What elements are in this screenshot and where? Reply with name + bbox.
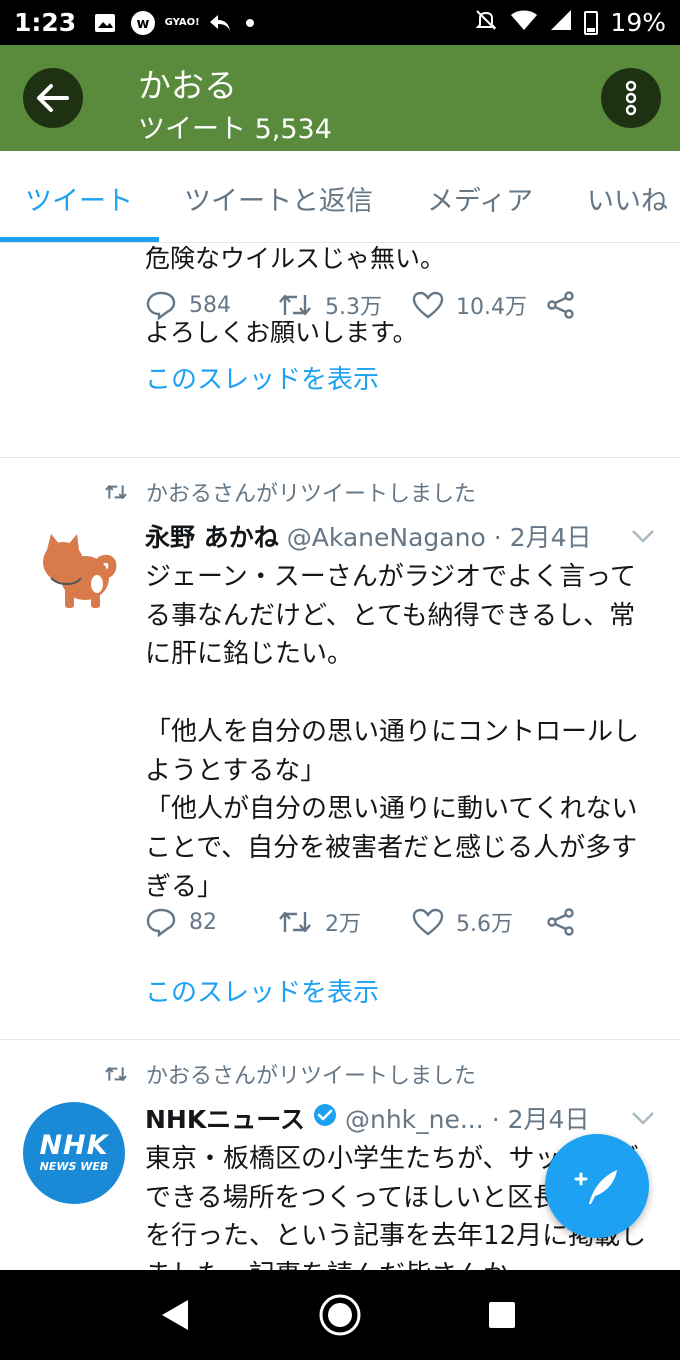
status-bar: 1:23 w GYAO! 19% bbox=[0, 0, 680, 45]
reply-icon bbox=[146, 908, 176, 937]
profile-header: かおる ツイート 5,534 bbox=[0, 45, 680, 151]
heart-icon bbox=[412, 908, 444, 936]
retweet-icon bbox=[279, 294, 311, 316]
home-circle-icon bbox=[319, 1294, 361, 1336]
triangle-back-icon bbox=[162, 1300, 188, 1330]
nav-home-button[interactable] bbox=[317, 1292, 363, 1338]
nhk-logo-subtext: NEWS WEB bbox=[39, 1160, 109, 1173]
app-notification-icon: w bbox=[130, 10, 156, 36]
share-icon bbox=[547, 908, 574, 936]
tweet-author-row: NHKニュース @nhk_ne... · 2月4日 bbox=[145, 1100, 589, 1136]
nhk-logo-text: NHK bbox=[39, 1130, 109, 1161]
author-name[interactable]: 永野 あかね bbox=[145, 518, 279, 554]
mute-icon bbox=[474, 8, 498, 38]
author-handle[interactable]: @AkaneNagano bbox=[287, 523, 486, 552]
compose-quill-icon bbox=[574, 1170, 617, 1204]
svg-text:w: w bbox=[137, 16, 150, 32]
reply-button[interactable]: 584 bbox=[145, 285, 231, 325]
gallery-icon bbox=[94, 13, 116, 33]
reply-icon bbox=[146, 291, 176, 320]
system-nav-bar bbox=[0, 1270, 680, 1360]
retweet-button[interactable]: 5.3万 bbox=[277, 285, 382, 325]
tweet-menu-button[interactable] bbox=[630, 528, 656, 548]
arrow-left-icon bbox=[37, 84, 69, 112]
tab-likes[interactable]: いいね bbox=[587, 179, 668, 218]
avatar[interactable] bbox=[23, 520, 125, 622]
avatar[interactable]: NHK NEWS WEB bbox=[23, 1102, 125, 1204]
nav-recents-button[interactable] bbox=[479, 1292, 525, 1338]
tab-tweets[interactable]: ツイート bbox=[25, 179, 133, 218]
tweet-actions: 82 2万 5.6万 bbox=[0, 902, 680, 942]
tab-media[interactable]: メディア bbox=[427, 179, 533, 218]
back-button[interactable] bbox=[23, 68, 83, 128]
author-handle[interactable]: @nhk_ne... bbox=[345, 1105, 484, 1134]
tweet-menu-button[interactable] bbox=[630, 1110, 656, 1130]
retweet-icon bbox=[105, 485, 127, 499]
heart-icon bbox=[412, 291, 444, 319]
tweet-date: 2月4日 bbox=[509, 523, 592, 552]
retweet-label: かおるさんがリツイートしました bbox=[146, 482, 477, 507]
tweet-text-partial-line: 危険なウイルスじゃ無い。 bbox=[145, 244, 446, 273]
retweet-count: 5.3万 bbox=[325, 295, 382, 320]
tweet-author-row: 永野 あかね @AkaneNagano · 2月4日 bbox=[145, 518, 592, 554]
battery-percent: 19% bbox=[610, 8, 666, 37]
tweet-text: ジェーン・スーさんがラジオでよく言ってる事なんだけど、とても納得できるし、常に肝… bbox=[145, 562, 640, 902]
tab-tweets-and-replies[interactable]: ツイートと返信 bbox=[184, 179, 373, 218]
more-options-button[interactable] bbox=[601, 68, 661, 128]
show-thread-link[interactable]: このスレッドを表示 bbox=[145, 972, 379, 1009]
wifi-icon bbox=[510, 8, 538, 37]
retweet-indicator: かおるさんがリツイートしました bbox=[104, 1058, 476, 1090]
retweet-label: かおるさんがリツイートしました bbox=[146, 1064, 477, 1089]
compose-tweet-button[interactable] bbox=[545, 1134, 649, 1238]
like-button[interactable]: 5.6万 bbox=[412, 902, 513, 942]
profile-name: かおる bbox=[138, 66, 237, 105]
like-count: 10.4万 bbox=[456, 295, 527, 320]
share-button[interactable] bbox=[546, 285, 576, 325]
verified-badge-icon bbox=[313, 1103, 337, 1133]
like-button[interactable]: 10.4万 bbox=[412, 285, 527, 325]
author-name[interactable]: NHKニュース bbox=[145, 1100, 305, 1136]
profile-tabs: ツイート ツイートと返信 メディア いいね bbox=[0, 151, 680, 243]
reply-button[interactable]: 82 bbox=[145, 902, 217, 942]
tweet-actions: 584 5.3万 10.4万 bbox=[0, 285, 680, 325]
signal-icon bbox=[550, 8, 572, 37]
timeline-content: 危険なウイルスじゃ無い。 よろしくお願いします。 584 5.3万 10.4万 bbox=[0, 243, 680, 1270]
status-time: 1:23 bbox=[14, 8, 77, 37]
tweet-item[interactable]: かおるさんがリツイートしました 永野 あかね @AkaneNagano · 2月… bbox=[0, 458, 680, 1040]
shiba-dog-avatar-icon bbox=[43, 534, 117, 608]
reply-count: 82 bbox=[189, 909, 217, 935]
chevron-down-icon bbox=[632, 1112, 654, 1125]
retweet-button[interactable]: 2万 bbox=[277, 902, 361, 942]
tweet-date: 2月4日 bbox=[507, 1105, 590, 1134]
share-button[interactable] bbox=[546, 902, 576, 942]
gyao-app-icon: GYAO! bbox=[164, 16, 200, 28]
dot-icon bbox=[246, 18, 255, 27]
retweet-icon bbox=[279, 911, 311, 933]
chevron-down-icon bbox=[632, 530, 654, 543]
timeline[interactable]: 危険なウイルスじゃ無い。 よろしくお願いします。 584 5.3万 10.4万 bbox=[0, 243, 680, 1270]
nav-back-button[interactable] bbox=[152, 1292, 198, 1338]
retweet-indicator: かおるさんがリツイートしました bbox=[104, 476, 476, 508]
retweet-icon bbox=[105, 1067, 127, 1081]
battery-icon bbox=[584, 10, 599, 35]
more-vertical-icon bbox=[625, 80, 637, 116]
active-tab-indicator bbox=[0, 237, 159, 242]
tweet-item[interactable]: 危険なウイルスじゃ無い。 よろしくお願いします。 584 5.3万 10.4万 bbox=[0, 243, 680, 458]
screen: 1:23 w GYAO! 19% かおる ツイート 5,534 ツイート ツイー… bbox=[0, 0, 680, 1360]
share-icon bbox=[547, 291, 574, 319]
square-recents-icon bbox=[489, 1302, 515, 1328]
reply-count: 584 bbox=[189, 292, 231, 318]
reply-arrow-icon bbox=[208, 13, 232, 33]
like-count: 5.6万 bbox=[456, 912, 513, 937]
show-thread-link[interactable]: このスレッドを表示 bbox=[145, 359, 379, 396]
status-right: 19% bbox=[474, 8, 666, 38]
tweet-count: ツイート 5,534 bbox=[138, 114, 332, 145]
retweet-count: 2万 bbox=[325, 912, 361, 937]
separator-dot: · bbox=[491, 1105, 500, 1134]
separator-dot: · bbox=[493, 523, 502, 552]
